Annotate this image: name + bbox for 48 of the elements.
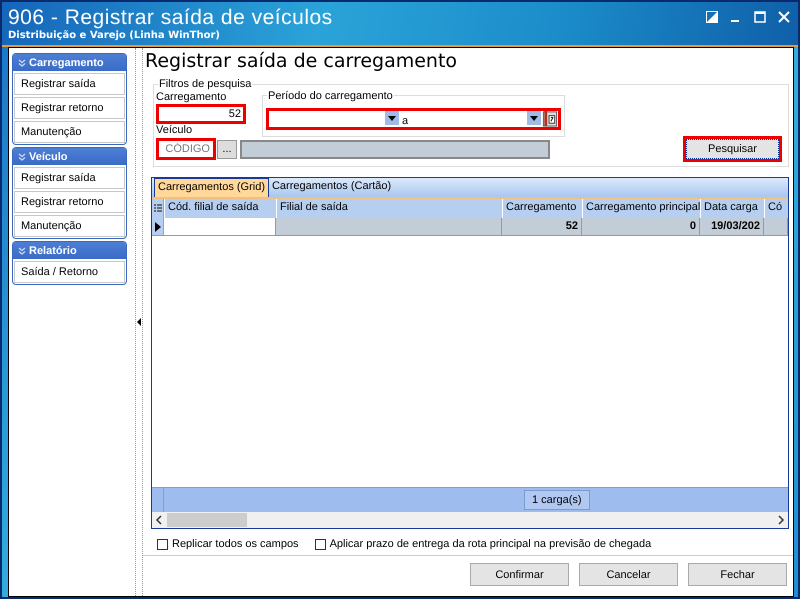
- double-chevron-icon: [18, 58, 26, 66]
- checkbox-label: Aplicar prazo de entrega da rota principal na previsão de chegada: [330, 538, 652, 550]
- scroll-left-icon[interactable]: [155, 515, 163, 525]
- sidebar-item[interactable]: Registrar saída: [14, 167, 125, 189]
- search-button[interactable]: Pesquisar: [686, 139, 779, 159]
- group-legend: Filtros de pesquisa: [158, 78, 252, 90]
- double-chevron-icon: [18, 152, 26, 160]
- sidebar-section-title: Relatório: [29, 244, 77, 256]
- tab[interactable]: Carregamentos (Cartão): [268, 178, 394, 197]
- range-separator: a: [401, 115, 410, 127]
- sidebar-item[interactable]: Manutenção: [14, 121, 125, 143]
- close-icon[interactable]: [778, 11, 790, 23]
- sidebar-item[interactable]: Registrar retorno: [14, 191, 125, 213]
- double-chevron-icon: [18, 246, 26, 254]
- dialog-button[interactable]: Fechar: [688, 563, 787, 586]
- group-legend: Período do carregamento: [267, 90, 394, 102]
- field-label: Veículo: [156, 124, 194, 137]
- carregamento-field[interactable]: 52: [156, 104, 246, 124]
- table-cell: 0: [582, 218, 700, 235]
- lookup-button[interactable]: ...: [217, 140, 237, 158]
- restore-icon[interactable]: [706, 11, 718, 23]
- window-title: 906 - Registrar saída de veículos: [8, 6, 333, 30]
- table-cell: 19/03/202: [700, 218, 764, 235]
- sidebar-item[interactable]: Saída / Retorno: [14, 261, 125, 283]
- checkbox[interactable]: [157, 538, 168, 550]
- sidebar-item[interactable]: Registrar retorno: [14, 97, 125, 119]
- current-row-icon: [154, 222, 160, 232]
- horizontal-scrollbar[interactable]: [152, 512, 788, 528]
- dialog-button[interactable]: Cancelar: [579, 563, 678, 586]
- record-count: 1 carga(s): [524, 490, 590, 510]
- tab[interactable]: Carregamentos (Grid): [154, 178, 269, 197]
- collapse-arrow-icon[interactable]: [137, 318, 141, 326]
- calendar-icon[interactable]: [542, 110, 558, 127]
- dialog-button[interactable]: Confirmar: [470, 563, 569, 586]
- scroll-thumb[interactable]: [167, 513, 247, 527]
- page-title: Registrar saída de carregamento: [145, 50, 458, 74]
- column-chooser-icon[interactable]: [154, 204, 162, 214]
- scroll-right-icon[interactable]: [777, 515, 785, 525]
- checkbox[interactable]: [314, 538, 326, 550]
- table-cell: 52: [502, 218, 582, 235]
- maximize-icon[interactable]: [754, 11, 766, 23]
- sidebar-section-title: Veículo: [29, 150, 68, 162]
- sidebar-section-title: Carregamento: [29, 56, 104, 68]
- field-label: Carregamento: [156, 91, 228, 104]
- window-subtitle: Distribuição e Varejo (Linha WinThor): [8, 30, 221, 41]
- checkbox-label: Replicar todos os campos: [172, 538, 299, 550]
- sidebar-item[interactable]: Registrar saída: [14, 73, 125, 95]
- sidebar-item[interactable]: Manutenção: [14, 215, 125, 237]
